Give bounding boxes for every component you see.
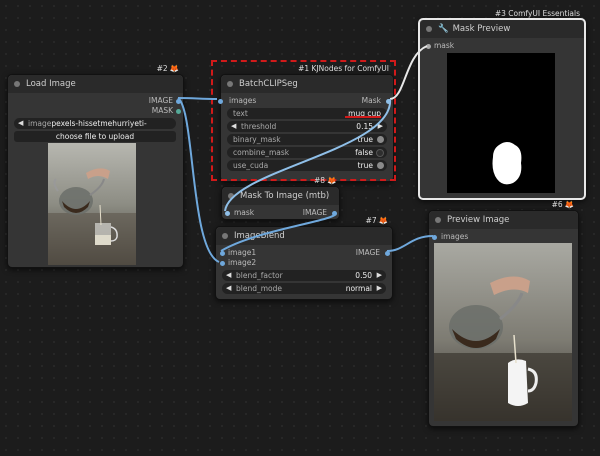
- image-select[interactable]: ◀ imagepexels-hissetmehurriyeti-8519197.…: [14, 118, 176, 139]
- input-mask-port[interactable]: [225, 210, 230, 216]
- collapse-dot-icon[interactable]: [435, 217, 441, 223]
- arrow-right-icon[interactable]: ▶: [377, 270, 382, 281]
- output-mask[interactable]: MASK: [152, 106, 173, 116]
- blended-photo-image: [434, 243, 572, 421]
- arrow-left-icon[interactable]: ◀: [226, 270, 231, 281]
- input-image2-port[interactable]: [220, 260, 225, 266]
- output-image-port[interactable]: [332, 210, 337, 216]
- output-image: IMAGE: [302, 208, 327, 217]
- node-graph-canvas[interactable]: #2 🦊 Load Image IMAGE MASK ◀ imagepexels-…: [0, 0, 600, 456]
- input-photo: [48, 143, 136, 265]
- fox-icon: 🦊: [327, 176, 337, 185]
- fox-icon: 🦊: [378, 216, 388, 225]
- mask-to-image-node[interactable]: #8 🦊 Mask To Image (mtb) mask IMAGE: [221, 176, 340, 220]
- node-badge: #3 ComfyUI Essentials: [494, 9, 580, 18]
- collapse-dot-icon[interactable]: [14, 81, 20, 87]
- highlight-box: [211, 60, 396, 181]
- input-mask: mask: [434, 41, 455, 50]
- blend-mode-select[interactable]: ◀ blend_mode normal ▶: [222, 283, 386, 294]
- arrow-right-icon[interactable]: ▶: [377, 283, 382, 294]
- mask-shape-image: [492, 142, 522, 185]
- input-mask: mask: [234, 208, 255, 217]
- arrow-left-icon[interactable]: ◀: [226, 283, 231, 294]
- output-image-port[interactable]: [176, 98, 181, 104]
- collapse-dot-icon[interactable]: [222, 233, 228, 239]
- input-image2: image2: [228, 258, 257, 267]
- node-title[interactable]: Preview Image: [429, 211, 578, 229]
- fox-icon: 🦊: [564, 200, 574, 209]
- output-mask-port[interactable]: [176, 108, 181, 114]
- node-badge: #7 🦊: [365, 216, 388, 225]
- wrench-icon: 🔧: [438, 24, 449, 34]
- node-title[interactable]: Load Image: [8, 75, 183, 93]
- teapot-photo-image: [48, 143, 136, 265]
- collapse-dot-icon[interactable]: [426, 26, 432, 32]
- preview-image-node[interactable]: #6 🦊 Preview Image images: [428, 200, 579, 427]
- input-mask-port[interactable]: [426, 43, 431, 49]
- input-images-port[interactable]: [432, 234, 437, 240]
- fox-icon: 🦊: [169, 64, 179, 73]
- mask-preview-image: [447, 53, 555, 193]
- load-image-node[interactable]: #2 🦊 Load Image IMAGE MASK ◀ imagepexels-…: [7, 64, 184, 268]
- mask-preview-node[interactable]: #3 ComfyUI Essentials 🔧 Mask Preview mask: [418, 9, 586, 200]
- input-images: images: [441, 232, 469, 241]
- input-image1-port[interactable]: [220, 250, 225, 256]
- output-image[interactable]: IMAGE: [149, 96, 173, 106]
- blend-factor-stepper[interactable]: ◀ blend_factor 0.50 ▶: [222, 270, 386, 281]
- node-title[interactable]: ImageBlend: [216, 227, 392, 245]
- image-blend-node[interactable]: #7 🦊 ImageBlend image1 image2 IMAGE ◀ ble…: [215, 216, 393, 300]
- output-image: IMAGE: [355, 248, 380, 257]
- node-title[interactable]: Mask To Image (mtb): [222, 187, 339, 205]
- node-title[interactable]: 🔧 Mask Preview: [420, 20, 584, 38]
- output-image-port[interactable]: [385, 250, 390, 256]
- preview-output-image: [434, 243, 572, 421]
- node-badge: #6 🦊: [551, 200, 574, 209]
- node-badge: #2 🦊: [156, 64, 179, 73]
- upload-button[interactable]: choose file to upload: [14, 131, 176, 142]
- input-image1: image1: [228, 248, 257, 257]
- arrow-left-icon[interactable]: ◀: [18, 118, 23, 129]
- highlight-underline: [345, 116, 381, 118]
- node-badge: #8 🦊: [314, 176, 337, 185]
- collapse-dot-icon[interactable]: [228, 193, 234, 199]
